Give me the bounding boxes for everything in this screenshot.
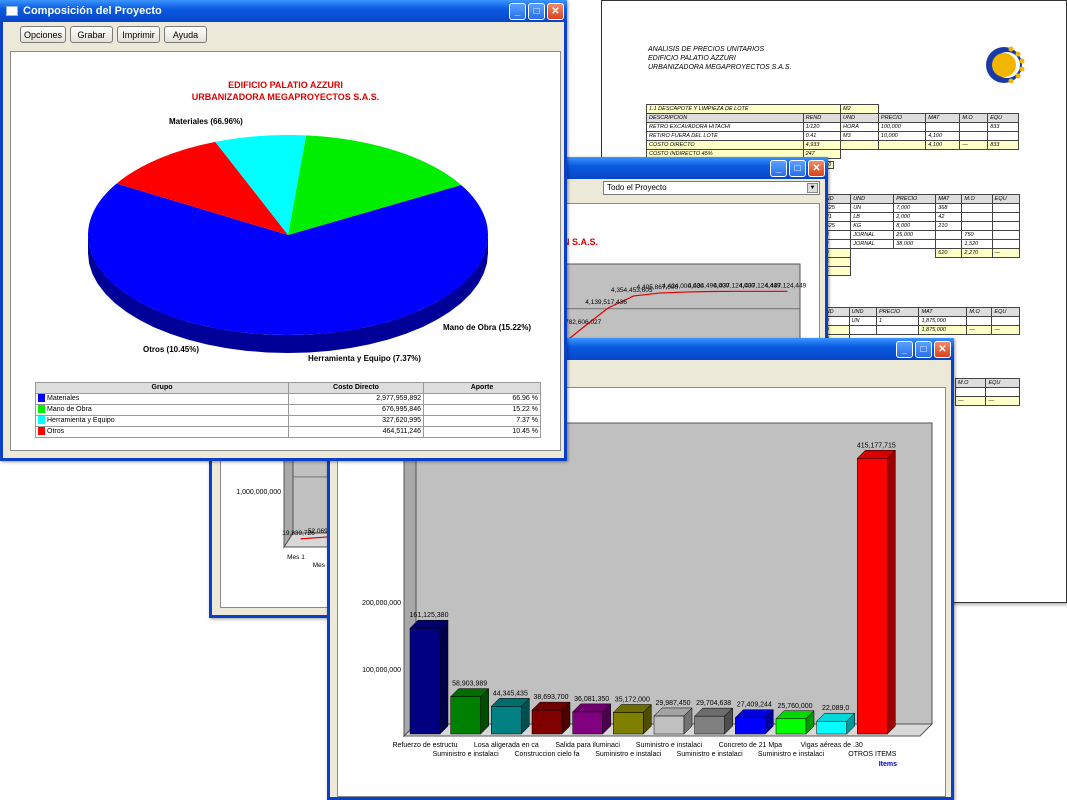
costo-cell: 2,977,959,892 xyxy=(288,393,424,405)
group-name: Mano de Obra xyxy=(47,406,92,413)
composition-pie-chart: Materiales (66.96%) Mano de Obra (15.22%)… xyxy=(88,117,531,363)
data-label: 4,139,517,436 xyxy=(585,299,627,306)
bar-data-label: 415,177,715 xyxy=(857,442,896,449)
window-title: Composición del Proyecto xyxy=(23,5,162,17)
x-tick-label: Suministro e instalaci xyxy=(636,742,703,749)
bar xyxy=(409,627,441,735)
y-tick-label: 200,000,000 xyxy=(362,600,401,607)
bar xyxy=(572,711,603,735)
bar-data-label: 38,693,700 xyxy=(533,694,568,701)
x-axis-title: Items xyxy=(879,761,897,768)
bar xyxy=(857,458,888,735)
x-tick-label: Salida para iluminaci xyxy=(555,742,620,749)
x-tick-label: OTROS ITEMS xyxy=(848,751,897,758)
table-row: Mano de Obra 676,995,846 15.22 % xyxy=(35,404,541,416)
maximize-icon[interactable]: □ xyxy=(528,2,545,20)
legend-swatch xyxy=(38,394,45,403)
y-tick-label: 1,000,000,000 xyxy=(236,489,281,496)
apu-table-2: RENDUNDPRECIOMATM.OEQU 0.0525UN7,000368 … xyxy=(814,194,1021,276)
aporte-cell: 15.22 % xyxy=(423,404,541,416)
bar xyxy=(450,696,481,735)
project-composition-window[interactable]: Composición del Proyecto _ □ ✕ Opciones Gr… xyxy=(0,0,567,461)
x-tick-label: Construccion cielo fa xyxy=(515,751,580,758)
x-tick-label: Suministro e instalaci xyxy=(758,751,825,758)
x-tick-label: Concreto de 21 Mpa xyxy=(719,742,783,749)
bar-data-label: 36,081,350 xyxy=(574,696,609,703)
maximize-icon[interactable]: □ xyxy=(789,159,806,177)
company-logo xyxy=(986,46,1025,84)
bar xyxy=(531,709,563,735)
window-titlebar[interactable]: Composición del Proyecto _ □ ✕ xyxy=(0,0,567,22)
bar-side xyxy=(887,449,896,735)
opciones-button[interactable]: Opciones xyxy=(20,26,66,43)
bar xyxy=(735,717,766,735)
pie-label: Otros (10.45%) xyxy=(143,345,199,354)
close-icon[interactable]: ✕ xyxy=(934,340,951,358)
minimize-icon[interactable]: _ xyxy=(896,340,913,358)
bar-side xyxy=(480,687,489,735)
x-tick-label: Vigas aéreas de .30 xyxy=(801,742,863,749)
x-tick-label: Suministro e instalaci xyxy=(595,751,662,758)
close-icon[interactable]: ✕ xyxy=(808,159,825,177)
x-tick-label: Suministro e instalaci xyxy=(433,751,500,758)
aporte-cell: 7.37 % xyxy=(423,415,541,427)
close-icon[interactable]: ✕ xyxy=(547,2,564,20)
pie-label: Mano de Obra (15.22%) xyxy=(443,323,531,332)
ayuda-button[interactable]: Ayuda xyxy=(164,26,207,43)
costo-cell: 464,511,246 xyxy=(288,426,424,438)
group-name: Materiales xyxy=(47,395,80,402)
costo-cell: 327,620,995 xyxy=(288,415,424,427)
plot-back-wall xyxy=(415,422,933,725)
legend-swatch xyxy=(38,405,45,414)
legend-swatch xyxy=(38,427,45,436)
chevron-down-icon[interactable]: ▼ xyxy=(807,183,818,193)
pie-label: Herramienta y Equipo (7.37%) xyxy=(308,354,421,363)
pie-chart-panel: EDIFICIO PALATIO AZZURI URBANIZADORA MEGA… xyxy=(10,51,561,451)
minimize-icon[interactable]: _ xyxy=(770,159,787,177)
bar-data-label: 27,409,244 xyxy=(737,702,772,709)
bar-data-label: 22,089,0 xyxy=(822,705,849,712)
imprimir-button[interactable]: Imprimir xyxy=(117,26,160,43)
grabar-button[interactable]: Grabar xyxy=(70,26,113,43)
group-name: Otros xyxy=(47,428,65,435)
apu-table-1: 1.1 DESCAPOTE Y LIMPIEZA DE LOTE M2 DESCR… xyxy=(646,104,1019,159)
bar xyxy=(613,712,644,735)
x-tick-label: Losa aligerada en ca xyxy=(474,742,539,749)
minimize-icon[interactable]: _ xyxy=(509,2,526,20)
maximize-icon[interactable]: □ xyxy=(915,340,932,358)
bar xyxy=(694,715,725,735)
costo-cell: 676,995,846 xyxy=(288,404,424,416)
app-icon xyxy=(6,6,18,16)
x-tick-label: Suministro e instalaci xyxy=(677,751,744,758)
y-tick-label: 100,000,000 xyxy=(362,667,401,674)
document-header: ANALISIS DE PRECIOS UNITARIOS EDIFICIO PA… xyxy=(648,46,792,71)
table-row: Otros 464,511,246 10.45 % xyxy=(35,426,541,438)
data-label: 4,437,124,449 xyxy=(765,282,807,289)
bar-data-label: 29,987,450 xyxy=(655,700,690,707)
x-tick-label: Mes 1 xyxy=(287,554,305,561)
bar xyxy=(653,715,685,735)
bar-data-label: 25,760,000 xyxy=(777,703,812,710)
composition-table: Grupo Costo Directo Aporte Materiales 2,977… xyxy=(35,382,541,438)
legend-swatch xyxy=(38,416,45,425)
aporte-cell: 10.45 % xyxy=(423,426,541,438)
bar-data-label: 58,903,989 xyxy=(452,681,487,688)
bar-data-label: 35,172,000 xyxy=(615,696,650,703)
pie-label: Materiales (66.96%) xyxy=(169,117,243,126)
aporte-cell: 66.96 % xyxy=(423,393,541,405)
table-row: Materiales 2,977,959,892 66.96 % xyxy=(35,393,541,405)
bar xyxy=(491,706,522,735)
bar-data-label: 161,125,380 xyxy=(410,612,449,619)
period-dropdown[interactable]: Todo el Proyecto ▼ xyxy=(603,181,820,195)
table-row: Herramienta y Equipo 327,620,995 7.37 % xyxy=(35,415,541,427)
bar xyxy=(775,718,807,735)
x-tick-label: Refuerzo de estructu xyxy=(393,742,458,749)
apu-table-4: M.O EQU — — xyxy=(954,378,1020,406)
bar-data-label: 44,345,435 xyxy=(493,690,528,697)
bar xyxy=(816,720,847,735)
bar-side xyxy=(439,619,449,735)
bar-data-label: 29,704,638 xyxy=(696,700,731,707)
group-name: Herramienta y Equipo xyxy=(47,417,115,424)
